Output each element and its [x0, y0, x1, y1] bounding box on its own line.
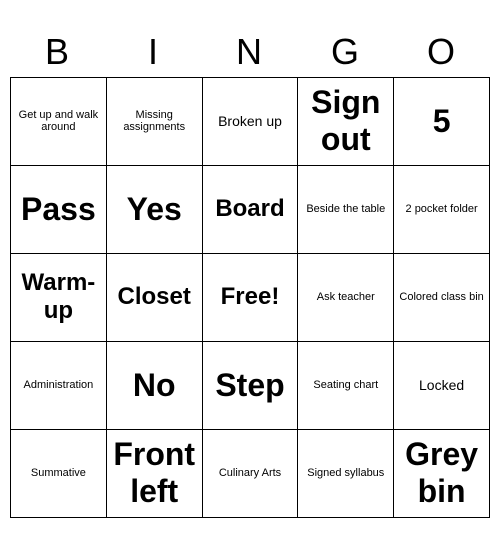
cell-text: No: [133, 367, 176, 404]
cell-text: Locked: [419, 377, 464, 393]
bingo-cell: Beside the table: [298, 166, 394, 254]
bingo-cell: Grey bin: [394, 430, 490, 518]
bingo-grid: Get up and walk around Missing assignment…: [10, 77, 490, 518]
bingo-cell: Summative: [11, 430, 107, 518]
bingo-cell: Ask teacher: [298, 254, 394, 342]
bingo-cell: Broken up: [203, 78, 299, 166]
cell-text: Broken up: [218, 113, 282, 129]
bingo-cell: Get up and walk around: [11, 78, 107, 166]
cell-text: 5: [433, 103, 451, 140]
cell-text: Sign out: [302, 84, 389, 158]
bingo-cell: Front left: [107, 430, 203, 518]
cell-text: Colored class bin: [399, 291, 483, 303]
bingo-cell: Free!: [203, 254, 299, 342]
cell-text: Board: [215, 195, 284, 223]
cell-text: Step: [215, 367, 284, 404]
header-letter: N: [202, 27, 298, 77]
bingo-card: BINGO Get up and walk around Missing assi…: [10, 27, 490, 518]
bingo-cell: No: [107, 342, 203, 430]
bingo-cell: Yes: [107, 166, 203, 254]
bingo-cell: Missing assignments: [107, 78, 203, 166]
bingo-cell: Step: [203, 342, 299, 430]
cell-text: 2 pocket folder: [406, 203, 478, 215]
cell-text: Free!: [221, 283, 280, 311]
bingo-cell: Culinary Arts: [203, 430, 299, 518]
cell-text: Warm-up: [15, 269, 102, 325]
bingo-cell: Pass: [11, 166, 107, 254]
bingo-cell: Colored class bin: [394, 254, 490, 342]
cell-text: Seating chart: [313, 379, 378, 391]
bingo-cell: Warm-up: [11, 254, 107, 342]
cell-text: Get up and walk around: [15, 109, 102, 133]
cell-text: Missing assignments: [111, 109, 198, 133]
cell-text: Pass: [21, 191, 96, 228]
cell-text: Ask teacher: [317, 291, 375, 303]
bingo-cell: Administration: [11, 342, 107, 430]
bingo-cell: Seating chart: [298, 342, 394, 430]
bingo-cell: Sign out: [298, 78, 394, 166]
cell-text: Culinary Arts: [219, 467, 281, 479]
cell-text: Administration: [24, 379, 94, 391]
bingo-cell: Closet: [107, 254, 203, 342]
bingo-cell: 5: [394, 78, 490, 166]
header-letter: I: [106, 27, 202, 77]
bingo-header: BINGO: [10, 27, 490, 77]
bingo-cell: Signed syllabus: [298, 430, 394, 518]
header-letter: G: [298, 27, 394, 77]
bingo-cell: 2 pocket folder: [394, 166, 490, 254]
cell-text: Closet: [118, 283, 191, 311]
cell-text: Beside the table: [306, 203, 385, 215]
cell-text: Summative: [31, 467, 86, 479]
cell-text: Grey bin: [398, 436, 485, 510]
bingo-cell: Locked: [394, 342, 490, 430]
header-letter: O: [394, 27, 490, 77]
bingo-cell: Board: [203, 166, 299, 254]
cell-text: Yes: [127, 191, 182, 228]
header-letter: B: [10, 27, 106, 77]
cell-text: Front left: [111, 436, 198, 510]
cell-text: Signed syllabus: [307, 467, 384, 479]
